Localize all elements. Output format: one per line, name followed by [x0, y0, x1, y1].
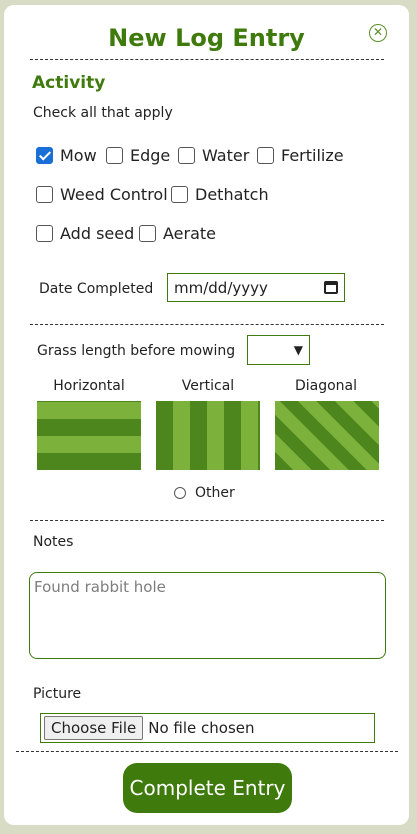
picture-label: Picture [33, 686, 82, 702]
checkbox-label: Edge [130, 146, 171, 165]
divider [30, 324, 384, 325]
checkbox-label: Aerate [163, 224, 217, 243]
close-icon[interactable]: ✕ [369, 24, 387, 42]
activity-heading: Activity [32, 73, 106, 93]
checkbox-box[interactable] [36, 147, 53, 164]
complete-entry-button[interactable]: Complete Entry [123, 763, 292, 813]
checkbox-aerate[interactable]: Aerate [139, 224, 216, 243]
checkbox-box[interactable] [106, 147, 123, 164]
pattern-label-horizontal: Horizontal [53, 378, 125, 394]
checkbox-box[interactable] [36, 225, 53, 242]
chevron-down-icon: ▼ [293, 343, 303, 357]
pattern-label-diagonal: Diagonal [294, 378, 358, 394]
other-radio[interactable] [174, 487, 186, 499]
pattern-horizontal-image[interactable] [37, 401, 141, 470]
checkbox-fertilize[interactable]: Fertilize [257, 146, 344, 165]
checkbox-box[interactable] [171, 186, 188, 203]
other-label: Other [195, 485, 235, 501]
checkbox-box[interactable] [178, 147, 195, 164]
activity-hint: Check all that apply [33, 105, 173, 121]
notes-textarea[interactable]: Found rabbit hole [29, 572, 386, 659]
checkbox-add-seed[interactable]: Add seed [36, 224, 134, 243]
checkbox-box[interactable] [36, 186, 53, 203]
calendar-icon[interactable] [324, 281, 338, 294]
grass-length-select[interactable]: ▼ [247, 335, 310, 365]
pattern-diagonal-image[interactable] [275, 401, 379, 470]
file-status: No file chosen [148, 719, 255, 737]
divider [30, 59, 384, 60]
pattern-label-vertical: Vertical [181, 378, 235, 394]
checkbox-label: Fertilize [281, 146, 344, 165]
notes-placeholder: Found rabbit hole [34, 578, 166, 596]
date-value: mm/dd/yyyy [174, 278, 268, 297]
choose-file-button[interactable]: Choose File [44, 716, 144, 740]
checkbox-box[interactable] [257, 147, 274, 164]
dialog-title: New Log Entry [108, 24, 305, 52]
pattern-vertical-image[interactable] [156, 401, 260, 470]
notes-label: Notes [33, 534, 74, 550]
log-entry-dialog: New Log Entry ✕ Activity Check all that … [4, 5, 409, 825]
checkbox-dethatch[interactable]: Dethatch [171, 185, 269, 204]
date-input[interactable]: mm/dd/yyyy [167, 273, 345, 302]
checkbox-label: Water [202, 146, 250, 165]
checkbox-label: Weed Control [60, 185, 168, 204]
checkbox-mow[interactable]: Mow [36, 146, 97, 165]
checkbox-label: Dethatch [195, 185, 269, 204]
picture-file-input[interactable]: Choose File No file chosen [40, 713, 375, 743]
checkbox-water[interactable]: Water [178, 146, 249, 165]
grass-length-label: Grass length before mowing [37, 343, 236, 359]
date-label: Date Completed [39, 281, 154, 297]
checkbox-label: Add seed [60, 224, 135, 243]
checkbox-weed-control[interactable]: Weed Control [36, 185, 168, 204]
checkbox-box[interactable] [139, 225, 156, 242]
checkbox-edge[interactable]: Edge [106, 146, 170, 165]
divider [30, 520, 384, 521]
checkbox-label: Mow [60, 146, 97, 165]
divider [16, 751, 398, 752]
